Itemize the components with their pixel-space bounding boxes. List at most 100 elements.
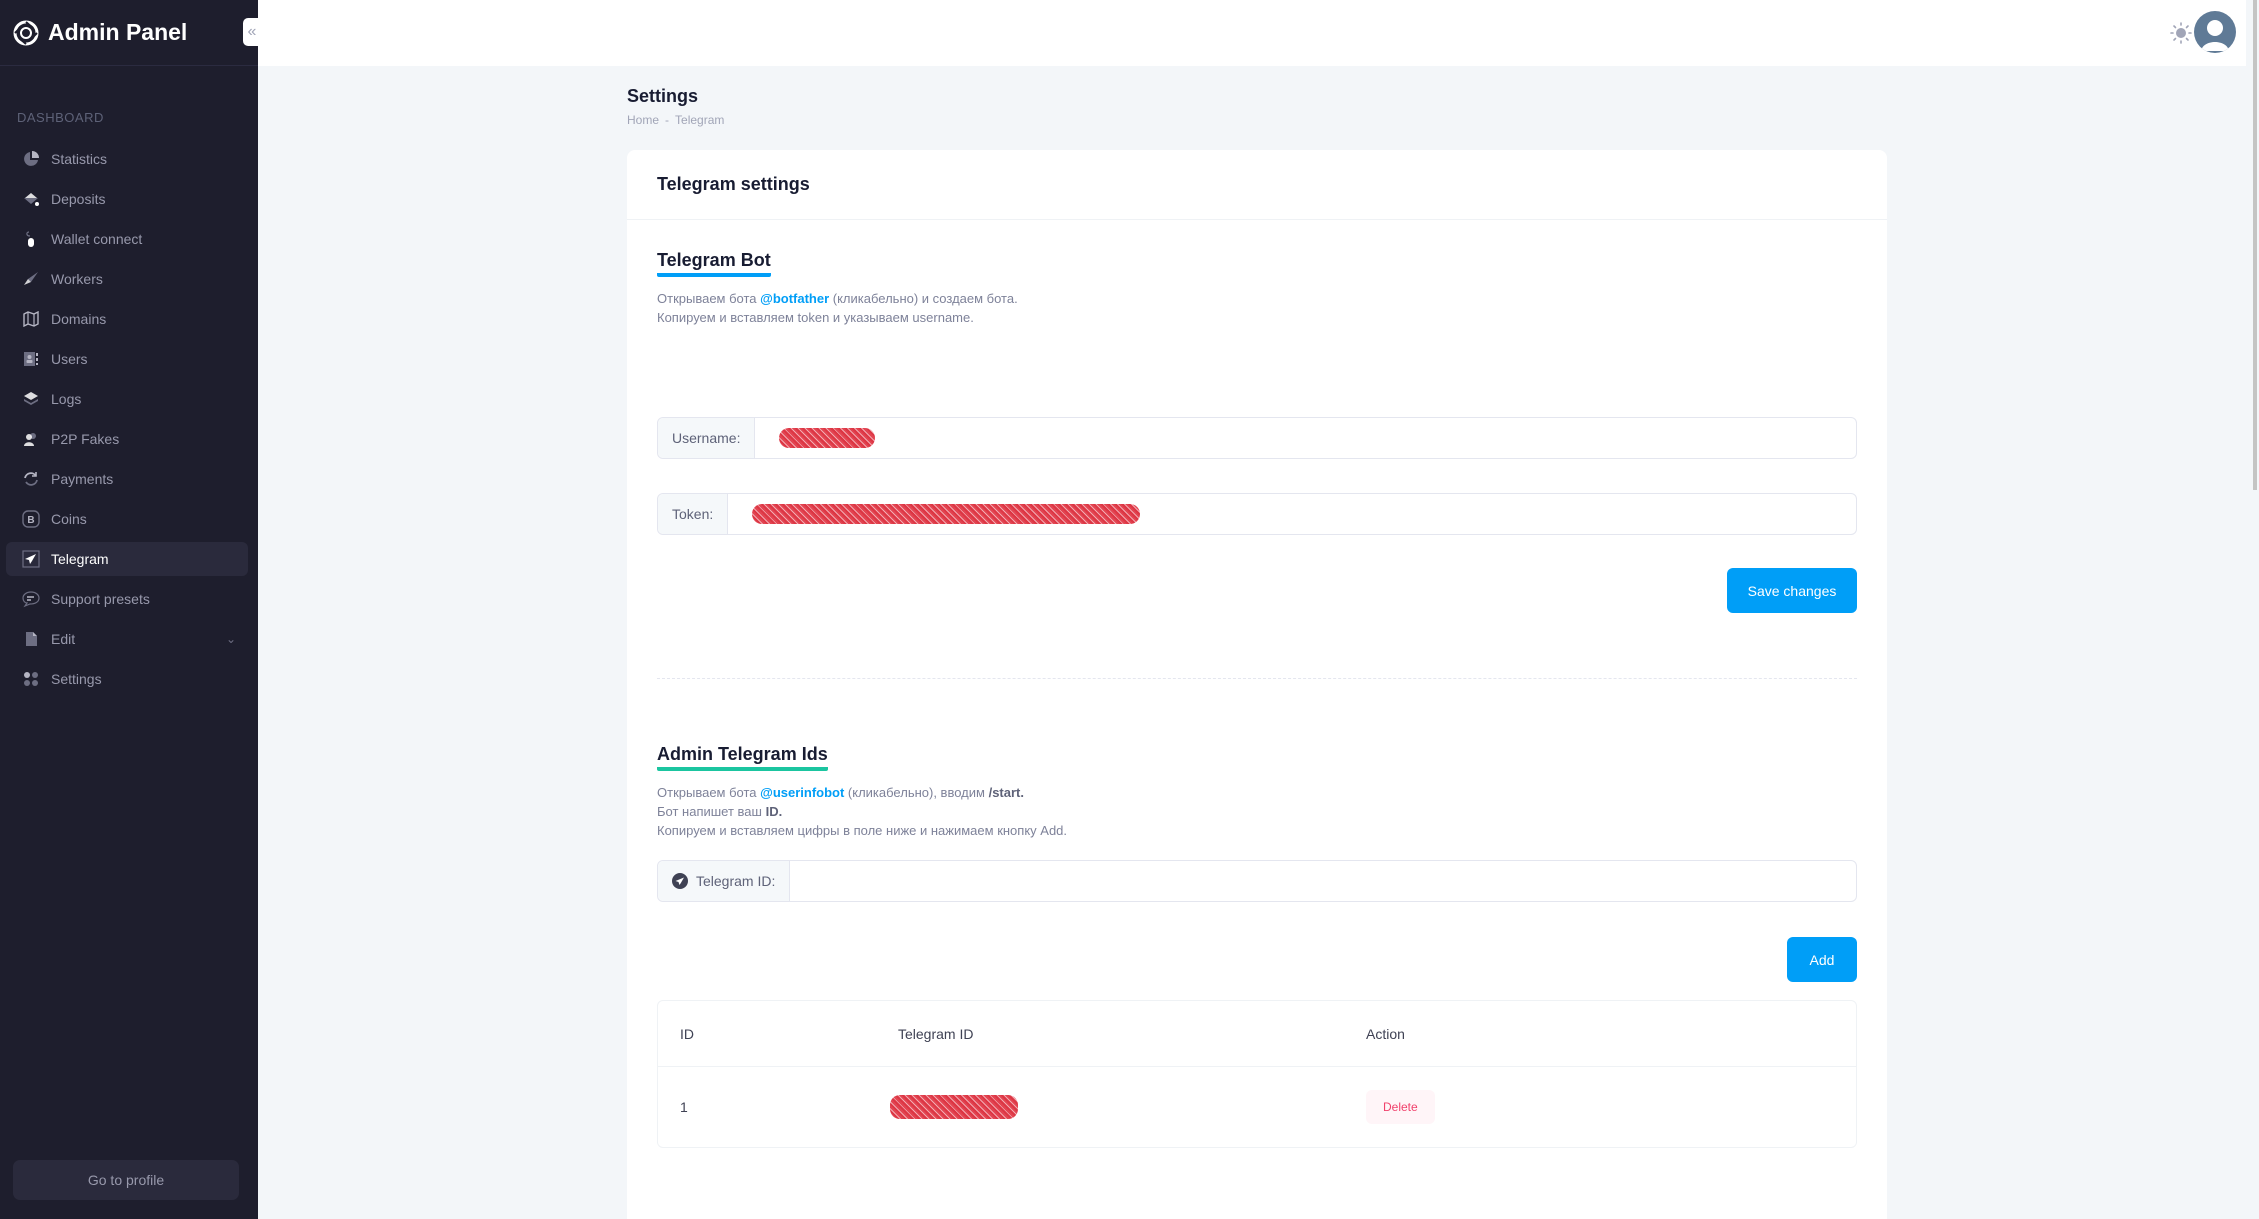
column-header-id: ID	[680, 1025, 694, 1042]
breadcrumb: Home - Telegram	[627, 113, 724, 127]
username-input[interactable]	[755, 418, 1856, 458]
breadcrumb-current: Telegram	[675, 113, 725, 127]
userinfobot-link[interactable]: @userinfobot	[760, 785, 844, 800]
page-title: Settings	[627, 86, 699, 106]
redacted-telegram-id-value	[890, 1095, 1018, 1119]
telegram-icon	[21, 549, 41, 569]
save-changes-button[interactable]: Save changes	[1727, 568, 1857, 613]
bitcoin-icon: B	[21, 509, 41, 529]
file-icon	[21, 629, 41, 649]
cell-id: 1	[680, 1099, 688, 1115]
desc-text: Открываем бота	[657, 291, 761, 306]
desc-text: (кликабельно), вводим	[844, 785, 989, 800]
breadcrumb-separator: -	[665, 113, 670, 127]
telegram-bot-section: Telegram Bot Открываем бота @botfather (…	[657, 250, 1018, 327]
card-header: Telegram settings	[627, 150, 1887, 220]
sidebar-item-label: Settings	[51, 671, 102, 687]
desc-text: Открываем бота	[657, 785, 761, 800]
sidebar-item-workers[interactable]: Workers	[6, 262, 248, 296]
sidebar-item-statistics[interactable]: Statistics	[6, 142, 248, 176]
delete-button[interactable]: Delete	[1366, 1090, 1435, 1124]
id-text: ID.	[765, 804, 783, 819]
desc-text: Копируем и вставляем token и указываем u…	[657, 310, 974, 325]
sidebar-item-label: Deposits	[51, 191, 106, 207]
section-divider	[657, 678, 1857, 679]
go-to-profile-button[interactable]: Go to profile	[13, 1160, 239, 1200]
telegram-id-input[interactable]	[790, 861, 1856, 901]
username-input-group: Username:	[657, 417, 1857, 459]
column-header-telegram-id: Telegram ID	[898, 1025, 974, 1042]
telegram-bot-description: Открываем бота @botfather (кликабельно) …	[657, 289, 1018, 327]
sidebar-item-users[interactable]: Users	[6, 342, 248, 376]
token-input-group: Token:	[657, 493, 1857, 535]
telegram-id-label: Telegram ID:	[696, 873, 776, 889]
sidebar: Admin Panel DASHBOARD Statistics Deposit…	[0, 0, 258, 1219]
table-row: 1 Delete	[658, 1067, 1856, 1147]
layers-icon	[21, 389, 41, 409]
brand: Admin Panel	[0, 0, 258, 66]
chat-icon	[21, 589, 41, 609]
rocket-icon	[21, 269, 41, 289]
admin-ids-table: ID Telegram ID Action 1 Delete	[657, 1000, 1857, 1148]
scrollbar[interactable]	[2246, 0, 2259, 1219]
sidebar-item-label: Payments	[51, 471, 114, 487]
sidebar-item-label: Support presets	[51, 591, 150, 607]
admin-ids-heading: Admin Telegram Ids	[657, 744, 828, 771]
sidebar-nav: Statistics Deposits Wallet connect Worke…	[0, 142, 258, 696]
sidebar-item-label: Statistics	[51, 151, 108, 167]
sun-icon[interactable]	[2170, 22, 2192, 44]
telegram-id-label-addon: Telegram ID:	[658, 861, 791, 901]
redacted-username-value	[779, 428, 876, 448]
breadcrumb-home[interactable]: Home	[627, 113, 659, 127]
map-icon	[21, 309, 41, 329]
card-title: Telegram settings	[657, 174, 810, 194]
admin-ids-description: Открываем бота @userinfobot (кликабельно…	[657, 783, 1067, 840]
scrollbar-thumb[interactable]	[2253, 0, 2257, 490]
username-label: Username:	[658, 418, 756, 458]
sidebar-item-label: Edit	[51, 631, 76, 647]
sidebar-item-payments[interactable]: Payments	[6, 462, 248, 496]
admin-ids-section: Admin Telegram Ids Открываем бота @useri…	[657, 744, 1067, 840]
desc-text: Бот напишет ваш	[657, 804, 766, 819]
logo-icon	[13, 20, 39, 45]
token-input[interactable]	[728, 494, 1856, 534]
sidebar-item-label: Logs	[51, 391, 82, 407]
desc-text: Копируем и вставляем цифры в поле ниже и…	[657, 823, 1068, 838]
redacted-token-value	[752, 504, 1141, 524]
brand-title: Admin Panel	[48, 19, 188, 45]
refresh-icon	[21, 469, 41, 489]
sidebar-item-support-presets[interactable]: Support presets	[6, 582, 248, 616]
address-book-icon	[21, 349, 41, 369]
paint-bucket-icon	[21, 189, 41, 209]
start-command: /start.	[988, 785, 1024, 800]
pie-chart-icon	[21, 149, 41, 169]
botfather-link[interactable]: @botfather	[760, 291, 829, 306]
grid-dots-icon	[21, 669, 41, 689]
sidebar-item-label: Wallet connect	[51, 231, 143, 247]
sidebar-item-settings[interactable]: Settings	[6, 662, 248, 696]
telegram-id-input-group: Telegram ID:	[657, 860, 1857, 902]
double-chevron-left-icon[interactable]: «	[243, 18, 261, 46]
sidebar-item-deposits[interactable]: Deposits	[6, 182, 248, 216]
add-button[interactable]: Add	[1787, 937, 1857, 982]
sidebar-item-telegram[interactable]: Telegram	[6, 542, 248, 576]
sidebar-item-logs[interactable]: Logs	[6, 382, 248, 416]
sidebar-item-domains[interactable]: Domains	[6, 302, 248, 336]
sidebar-item-label: Coins	[51, 511, 87, 527]
sidebar-item-label: Workers	[51, 271, 103, 287]
table-header-row: ID Telegram ID Action	[658, 1001, 1856, 1067]
sidebar-item-p2p-fakes[interactable]: P2P Fakes	[6, 422, 248, 456]
sidebar-item-label: Domains	[51, 311, 107, 327]
sidebar-item-edit[interactable]: Edit ⌄	[6, 622, 248, 656]
chevron-down-icon[interactable]: ⌄	[226, 632, 236, 646]
users-icon	[21, 429, 41, 449]
sidebar-item-label: Telegram	[51, 551, 109, 567]
user-avatar-icon[interactable]	[2194, 11, 2236, 53]
top-bar	[258, 0, 2246, 66]
sidebar-item-wallet-connect[interactable]: Wallet connect	[6, 222, 248, 256]
token-label: Token:	[658, 494, 729, 534]
svg-text:B: B	[27, 515, 34, 526]
sidebar-item-coins[interactable]: B Coins	[6, 502, 248, 536]
mouse-icon	[21, 229, 41, 249]
desc-text: (кликабельно) и создаем бота.	[829, 291, 1018, 306]
